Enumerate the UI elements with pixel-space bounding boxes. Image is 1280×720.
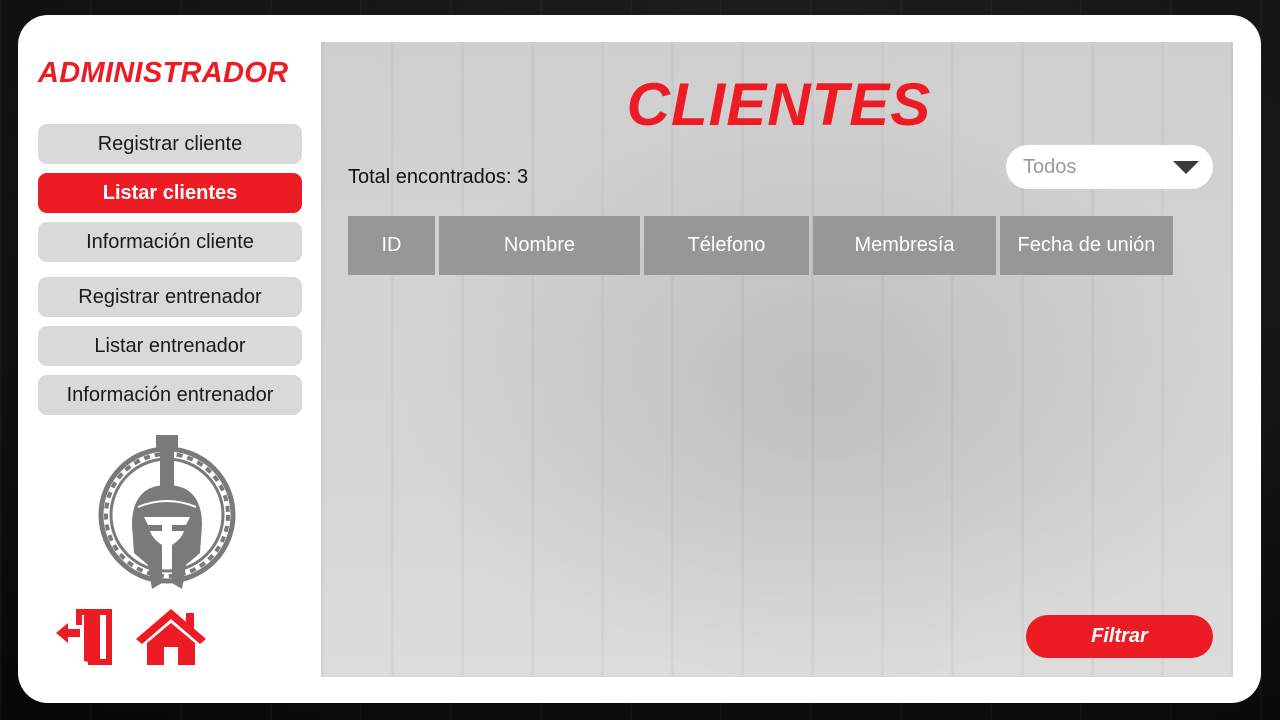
filter-select-value: Todos [1023, 156, 1077, 178]
sidebar-item-informacion-entrenador[interactable]: Información entrenador [38, 375, 302, 415]
sidebar-item-listar-entrenador[interactable]: Listar entrenador [38, 326, 302, 366]
column-header-fecha-union[interactable]: Fecha de unión [1000, 216, 1173, 275]
column-header-membresia[interactable]: Membresía [813, 216, 996, 275]
main-panel: CLIENTES Total encontrados: 3 Todos ID N… [321, 42, 1233, 677]
column-header-telefono[interactable]: Télefono [644, 216, 809, 275]
chevron-down-icon [1173, 161, 1199, 174]
sidebar-item-informacion-cliente[interactable]: Información cliente [38, 222, 302, 262]
sidebar-item-listar-clientes[interactable]: Listar clientes [38, 173, 302, 213]
sidebar-item-registrar-cliente[interactable]: Registrar cliente [38, 124, 302, 164]
column-header-id[interactable]: ID [348, 216, 435, 275]
logout-icon[interactable] [54, 607, 114, 667]
home-icon[interactable] [134, 607, 208, 667]
total-count: Total encontrados: 3 [348, 166, 529, 188]
filter-button[interactable]: Filtrar [1026, 615, 1213, 658]
sidebar: ADMINISTRADOR Registrar cliente Listar c… [18, 15, 318, 703]
app-card: ADMINISTRADOR Registrar cliente Listar c… [18, 15, 1261, 703]
sidebar-item-registrar-entrenador[interactable]: Registrar entrenador [38, 277, 302, 317]
sidebar-title: ADMINISTRADOR [38, 57, 289, 89]
page-title: CLIENTES [626, 71, 932, 138]
column-header-nombre[interactable]: Nombre [439, 216, 640, 275]
filter-select[interactable]: Todos [1006, 145, 1213, 189]
spartan-helmet-icon [98, 435, 236, 589]
